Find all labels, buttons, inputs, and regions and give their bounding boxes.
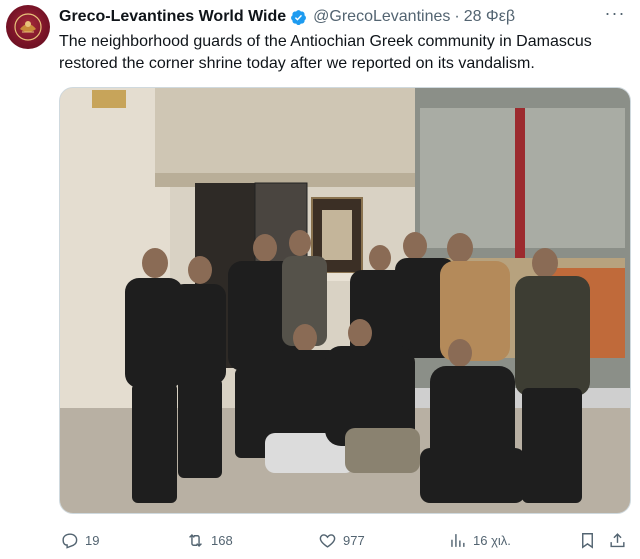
tweet-header: Greco-Levantines World Wide @GrecoLevant… xyxy=(59,6,619,28)
handle[interactable]: @GrecoLevantines xyxy=(313,8,450,26)
avatar-emblem-icon xyxy=(14,13,42,41)
retweet-count: 168 xyxy=(211,532,233,548)
share-icon xyxy=(610,532,625,547)
photo-illustration xyxy=(60,88,630,513)
like-count: 977 xyxy=(343,532,365,548)
display-name[interactable]: Greco-Levantines World Wide xyxy=(59,8,286,26)
tweet-date[interactable]: 28 Φεβ xyxy=(464,8,515,26)
tweet-photo[interactable] xyxy=(59,87,631,514)
share-button[interactable] xyxy=(608,527,633,553)
views-count: 16 χιλ. xyxy=(473,532,511,548)
bookmark-icon xyxy=(582,532,593,549)
retweet-button[interactable]: 168 xyxy=(186,527,233,553)
reply-icon xyxy=(62,532,78,549)
avatar[interactable] xyxy=(6,5,50,49)
reply-button[interactable]: 19 xyxy=(60,527,99,553)
more-icon[interactable]: ··· xyxy=(604,4,626,26)
views-button[interactable]: 16 χιλ. xyxy=(448,527,511,553)
action-bar: 19 168 977 16 χιλ. xyxy=(56,527,636,553)
tweet-text: The neighborhood guards of the Antiochia… xyxy=(59,33,592,72)
like-icon xyxy=(319,533,336,548)
retweet-icon xyxy=(189,533,202,547)
separator-dot: · xyxy=(454,8,460,25)
like-button[interactable]: 977 xyxy=(318,527,365,553)
views-icon xyxy=(451,533,465,547)
bookmark-button[interactable] xyxy=(578,527,603,553)
tweet: Greco-Levantines World Wide @GrecoLevant… xyxy=(0,0,640,559)
verified-badge-icon xyxy=(291,9,307,25)
reply-count: 19 xyxy=(85,532,100,548)
